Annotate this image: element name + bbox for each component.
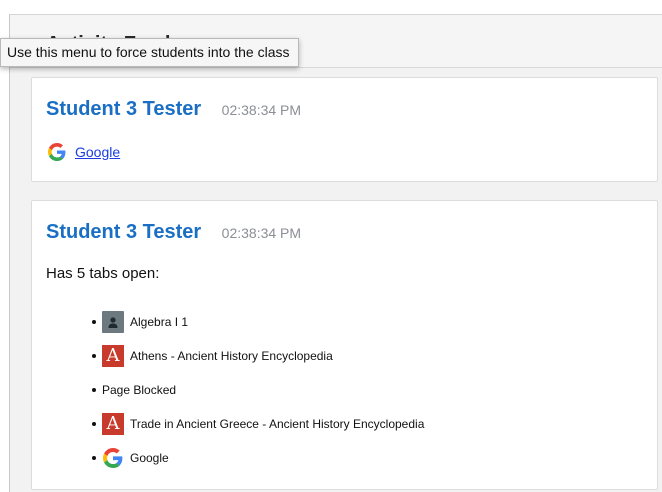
feed-card: Student 3 Tester 02:38:34 PM Has 5 tabs … [31, 200, 658, 490]
tabs-open-summary: Has 5 tabs open: [46, 265, 160, 282]
site-row: Google [48, 143, 120, 161]
site-link[interactable]: Google [75, 144, 120, 160]
card-header: Student 3 Tester 02:38:34 PM [46, 98, 301, 121]
student-name[interactable]: Student 3 Tester [46, 221, 201, 243]
list-item: A Trade in Ancient Greece - Ancient Hist… [32, 407, 424, 441]
google-icon [102, 447, 124, 469]
ancient-history-icon: A [102, 345, 124, 367]
list-item: Algebra I 1 [32, 305, 424, 339]
list-item: Page Blocked [32, 373, 424, 407]
list-item: Google [32, 441, 424, 475]
list-item: A Athens - Ancient History Encyclopedia [32, 339, 424, 373]
bullet [92, 320, 96, 324]
tab-title[interactable]: Athens - Ancient History Encyclopedia [130, 349, 333, 363]
tab-title[interactable]: Google [130, 451, 169, 465]
timestamp: 02:38:34 PM [221, 102, 302, 118]
card-header: Student 3 Tester 02:38:34 PM [46, 221, 301, 244]
tab-title[interactable]: Algebra I 1 [130, 315, 188, 329]
google-icon [48, 143, 66, 161]
tab-title[interactable]: Trade in Ancient Greece - Ancient Histor… [130, 417, 424, 431]
feed-card: Student 3 Tester 02:38:34 PM Google [31, 77, 658, 182]
bullet [92, 354, 96, 358]
activity-panel: Activity Feed Student 3 Tester 02:38:34 … [9, 14, 662, 492]
window: Activity Feed Student 3 Tester 02:38:34 … [0, 0, 662, 492]
bullet [92, 388, 96, 392]
open-tabs-list: Algebra I 1 A Athens - Ancient History E… [32, 305, 424, 475]
tab-title[interactable]: Page Blocked [102, 383, 176, 397]
ancient-history-icon: A [102, 413, 124, 435]
bullet [92, 456, 96, 460]
timestamp: 02:38:34 PM [221, 225, 302, 241]
student-name[interactable]: Student 3 Tester [46, 98, 201, 120]
tooltip: Use this menu to force students into the… [0, 38, 300, 67]
classroom-icon [102, 311, 124, 333]
bullet [92, 422, 96, 426]
